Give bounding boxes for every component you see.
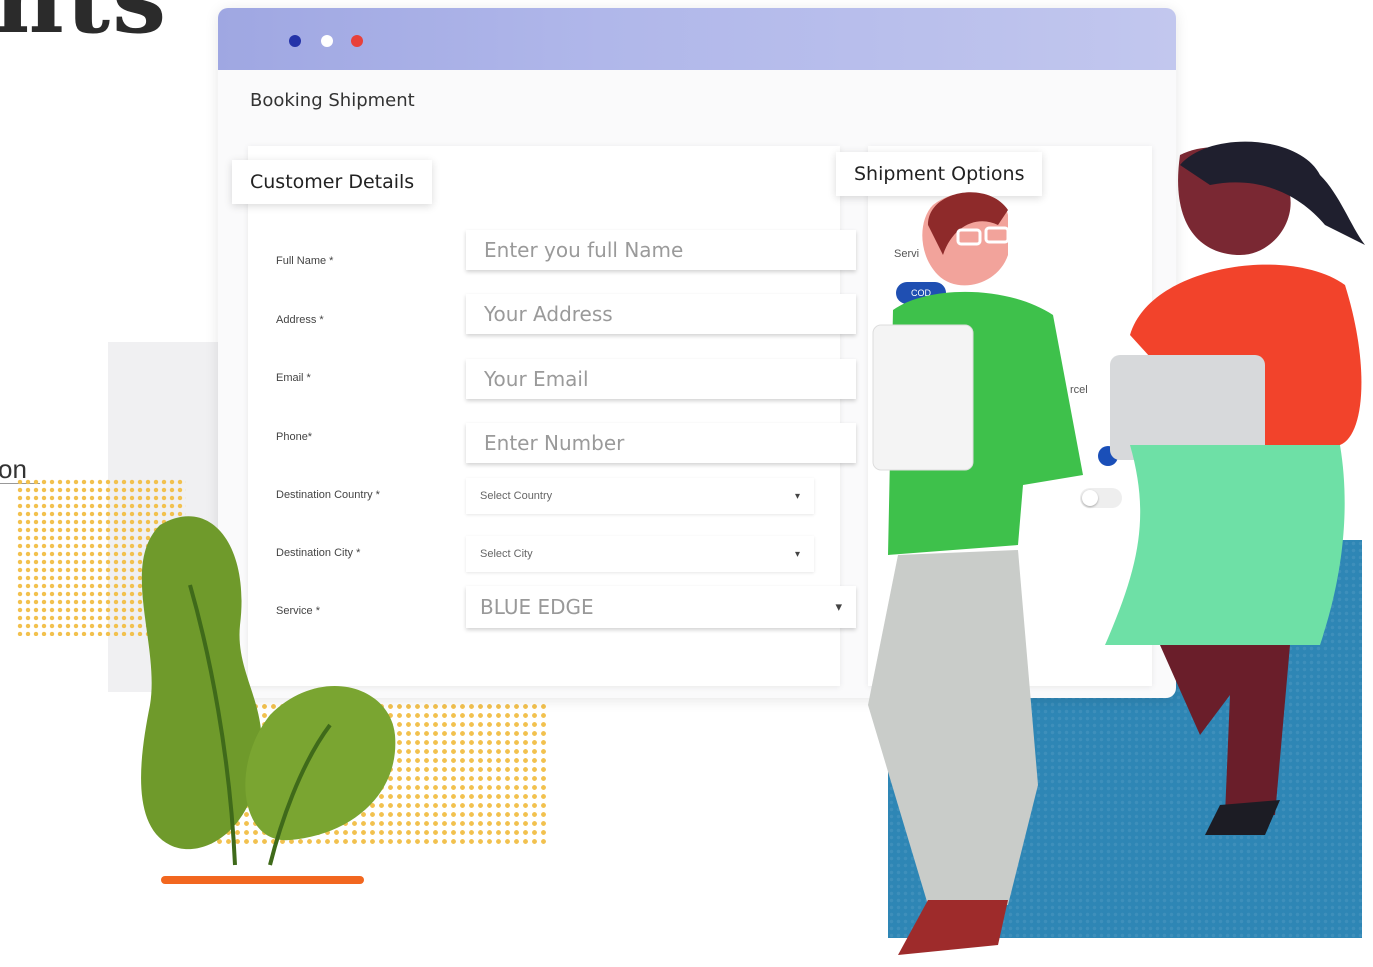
phone-label: Phone* — [276, 431, 313, 443]
chevron-down-icon: ▾ — [794, 548, 800, 560]
full-name-input[interactable] — [466, 230, 856, 270]
email-input[interactable] — [466, 359, 856, 399]
phone-input[interactable] — [466, 423, 856, 463]
plant-illustration — [141, 516, 396, 884]
address-input[interactable] — [466, 294, 856, 334]
full-name-label: Full Name * — [276, 255, 334, 267]
window-titlebar — [218, 8, 1176, 70]
woman-illustration — [1105, 141, 1365, 835]
destination-country-label: Destination Country * — [276, 489, 380, 501]
address-label: Address * — [276, 314, 324, 326]
email-label: Email * — [276, 372, 311, 384]
customer-details-heading: Customer Details — [232, 160, 433, 204]
window-dot-blue[interactable] — [289, 35, 301, 47]
hero-heading: nts — [0, 0, 168, 55]
destination-country-select[interactable]: Select Country ▾ — [466, 478, 814, 514]
destination-country-value: Select Country — [480, 490, 553, 502]
chevron-down-icon: ▾ — [794, 490, 800, 502]
destination-city-value: Select City — [480, 548, 533, 560]
destination-city-select[interactable]: Select City ▾ — [466, 536, 814, 572]
page-title: Booking Shipment — [250, 90, 415, 111]
service-value: BLUE EDGE — [480, 595, 594, 619]
man-illustration — [868, 192, 1083, 955]
window-dot-white[interactable] — [321, 35, 333, 47]
service-select[interactable]: BLUE EDGE ▾ — [466, 586, 856, 628]
window-dot-red[interactable] — [351, 35, 363, 47]
